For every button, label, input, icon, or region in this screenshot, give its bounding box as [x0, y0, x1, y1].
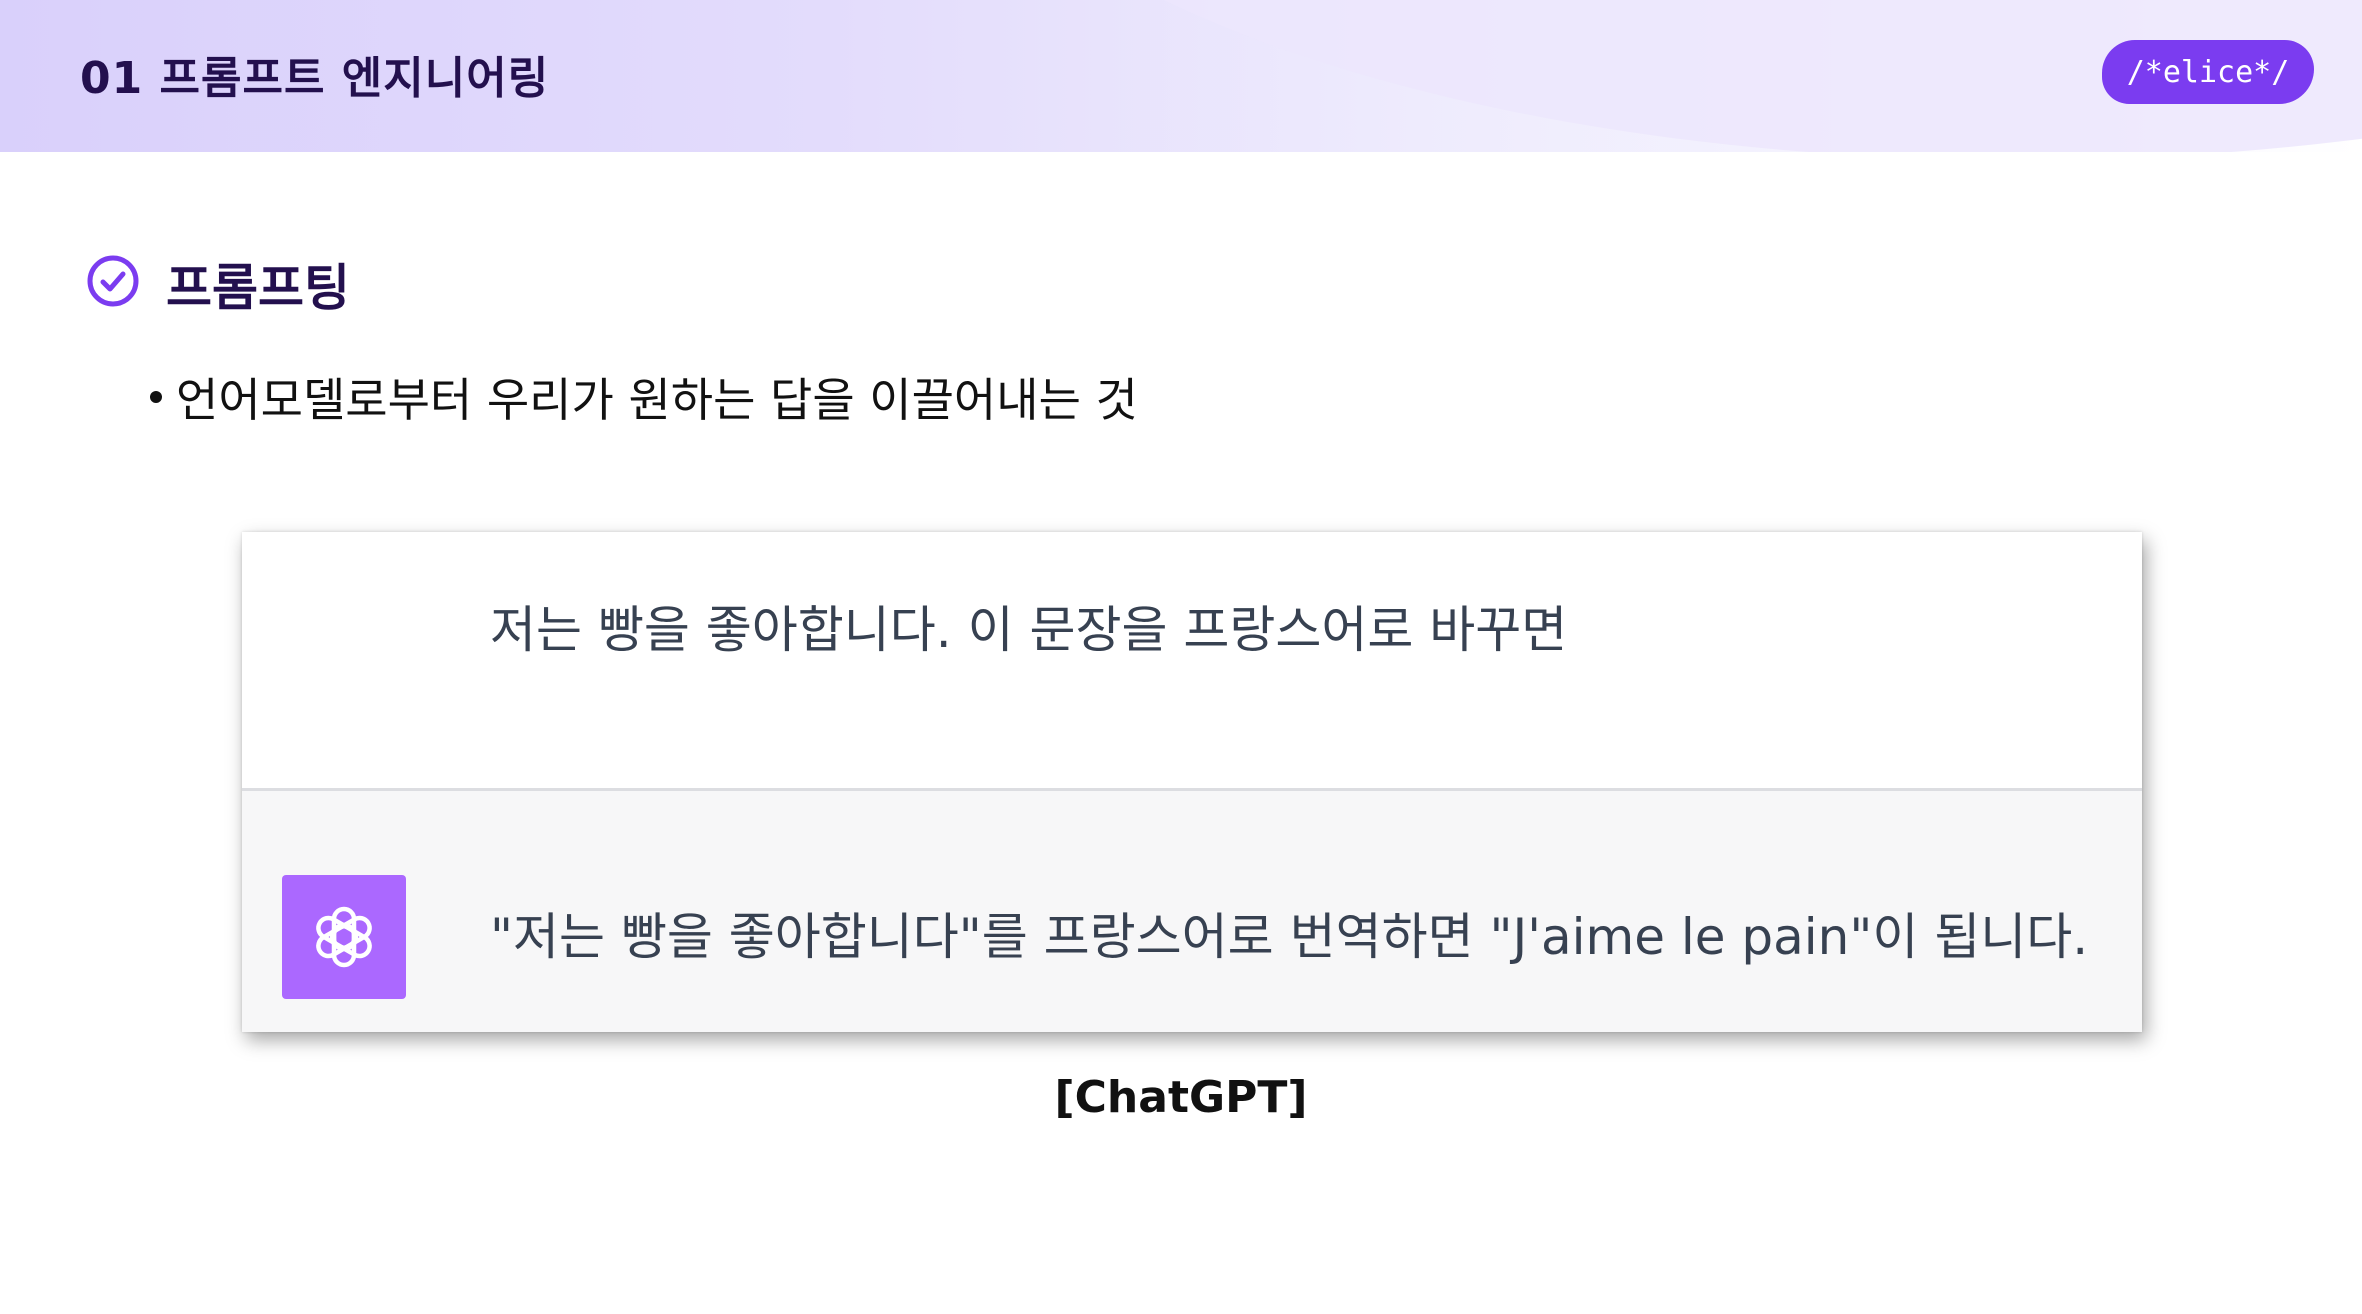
assistant-message: "저는 빵을 좋아합니다"를 프랑스어로 번역하면 "J'aime le pai…	[242, 791, 2142, 1032]
figure-caption: [ChatGPT]	[1054, 1072, 1308, 1123]
assistant-avatar	[282, 875, 406, 999]
section-title: 프롬프팅	[166, 259, 350, 317]
assistant-message-text: "저는 빵을 좋아합니다"를 프랑스어로 번역하면 "J'aime le pai…	[490, 908, 2089, 966]
user-message: 저는 빵을 좋아합니다. 이 문장을 프랑스어로 바꾸면	[242, 532, 2142, 791]
check-circle-icon	[87, 255, 139, 307]
bullet-item: 언어모델로부터 우리가 원하는 답을 이끌어내는 것	[150, 364, 1138, 430]
user-message-text: 저는 빵을 좋아합니다. 이 문장을 프랑스어로 바꾸면	[490, 601, 1568, 659]
openai-logo-icon	[316, 906, 372, 968]
page-title: 01 프롬프트 엔지니어링	[80, 53, 550, 104]
bullet-text: 언어모델로부터 우리가 원하는 답을 이끌어내는 것	[176, 373, 1138, 427]
logo-text: /*elice*/	[2126, 54, 2290, 90]
elice-logo: /*elice*/	[2102, 40, 2314, 104]
chat-screenshot: 저는 빵을 좋아합니다. 이 문장을 프랑스어로 바꾸면 "저는 빵을 좋아합니…	[242, 532, 2142, 1032]
bullet-dot	[150, 391, 162, 403]
header-band: 01 프롬프트 엔지니어링 /*elice*/	[0, 0, 2362, 152]
